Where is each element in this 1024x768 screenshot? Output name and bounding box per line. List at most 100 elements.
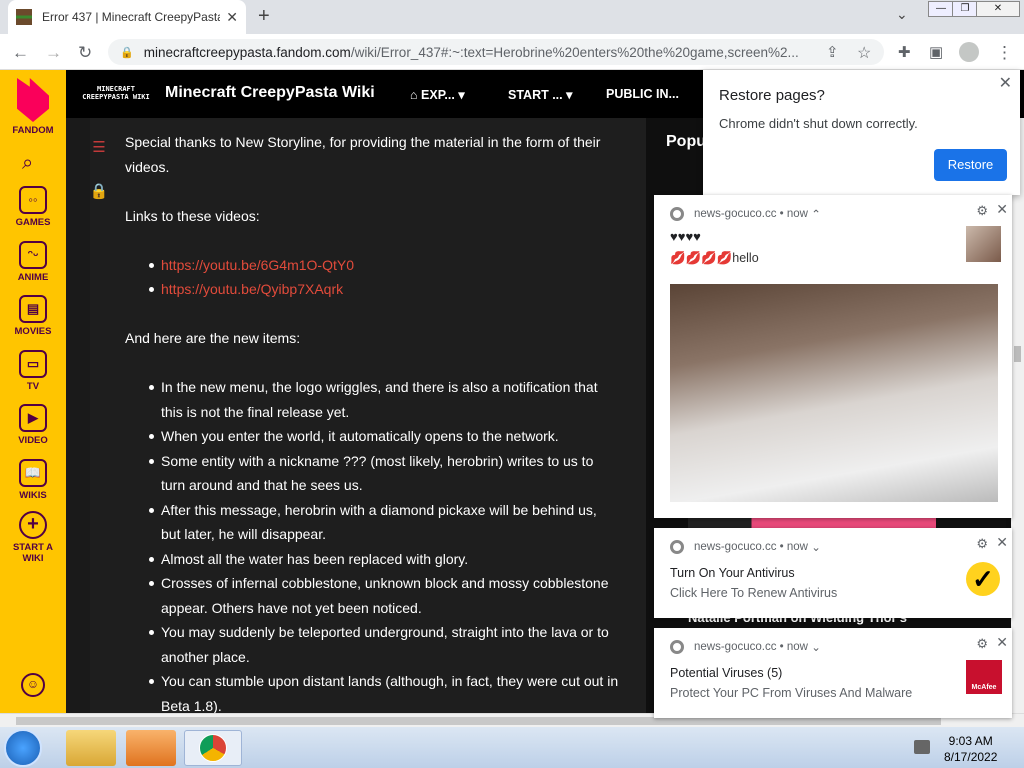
horizontal-scroll-thumb[interactable]	[16, 717, 941, 725]
close-icon[interactable]: ✕	[996, 634, 1008, 651]
tab-search-chevron-icon[interactable]: ⌄	[896, 6, 908, 23]
close-window-button[interactable]: ✕	[976, 1, 1020, 17]
notification-title: Potential Viruses (5)	[670, 666, 783, 680]
logo-line-1: MINECRAFT	[97, 85, 135, 93]
back-icon[interactable]: ←	[12, 43, 29, 63]
rail-item-anime[interactable]: ᵔᵕ ANIME	[0, 241, 66, 283]
fandom-logo[interactable]: FANDOM	[0, 78, 66, 136]
minimize-button[interactable]: —	[928, 1, 954, 17]
site-name[interactable]: Minecraft CreepyPasta Wiki	[165, 84, 375, 102]
list-item: When you enter the world, it automatical…	[125, 424, 620, 449]
extensions-icon[interactable]: ✚	[898, 43, 911, 61]
restore-pages-popup: Restore pages? Chrome didn't shut down c…	[703, 70, 1020, 195]
address-bar[interactable]: 🔒 minecraftcreepypasta.fandom.com/wiki/E…	[108, 39, 884, 65]
search-icon[interactable]: ⌕	[22, 152, 33, 175]
forward-icon[interactable]: →	[45, 43, 62, 63]
site-favicon	[16, 9, 32, 25]
nav-public[interactable]: PUBLIC IN...	[606, 87, 679, 101]
tab-active[interactable]: Error 437 | Minecraft CreepyPasta ✕	[8, 0, 246, 34]
tab-close-icon[interactable]: ✕	[226, 9, 238, 26]
notification-header: news-gocuco.cc • now ⌄	[670, 640, 821, 654]
logo-line-2: CREEPYPASTA WIKI	[82, 93, 150, 101]
chrome-icon	[670, 207, 684, 221]
list-item: Some entity with a nickname ??? (most li…	[125, 449, 620, 498]
close-icon[interactable]: ✕	[996, 534, 1008, 551]
mcafee-logo: McAfee	[966, 660, 1002, 694]
gear-icon[interactable]: ⚙	[976, 636, 988, 652]
chevron-down-icon: ▾	[562, 88, 573, 102]
file-explorer-icon[interactable]	[66, 730, 116, 766]
links-list: https://youtu.be/6G4m1O-QtY0 https://you…	[125, 253, 620, 302]
profile-avatar[interactable]	[959, 42, 979, 62]
media-player-icon[interactable]	[126, 730, 176, 766]
notification-header: news-gocuco.cc • now ⌄	[670, 540, 821, 554]
maximize-button[interactable]: ❐	[952, 1, 978, 17]
start-wiki-label-2: WIKI	[22, 553, 44, 564]
toc-list-icon[interactable]: ☰	[88, 138, 110, 160]
gamepad-icon: ◦◦	[19, 186, 47, 214]
notification-title: Turn On Your Antivirus	[670, 566, 795, 580]
clock-date: 8/17/2022	[944, 750, 998, 764]
nav-label: PUBLIC IN...	[606, 87, 679, 101]
menu-kebab-icon[interactable]: ⋮	[996, 43, 1013, 63]
nav-start[interactable]: START ... ▾	[508, 87, 572, 102]
notification-card[interactable]: news-gocuco.cc • now ⌄ ⚙ ✕ Potential Vir…	[654, 628, 1012, 718]
separator: •	[776, 641, 787, 653]
rail-item-games[interactable]: ◦◦ GAMES	[0, 186, 66, 228]
chrome-taskbar-button[interactable]	[184, 730, 242, 766]
nav-explore[interactable]: ⌂ EXP... ▾	[410, 87, 465, 102]
paragraph-links-intro: Links to these videos:	[125, 207, 260, 224]
tv-icon: ▭	[19, 350, 47, 378]
notification-time: now	[786, 641, 808, 653]
notification-card[interactable]: news-gocuco.cc • now ⌄ ⚙ ✕ Turn On Your …	[654, 528, 1012, 618]
restore-button[interactable]: Restore	[934, 149, 1007, 181]
chevron-down-icon[interactable]: ⌄	[808, 640, 821, 654]
gear-icon[interactable]: ⚙	[976, 536, 988, 552]
rail-item-wikis[interactable]: 📖 WIKIS	[0, 459, 66, 501]
separator: •	[776, 208, 787, 220]
list-item: https://youtu.be/6G4m1O-QtY0	[125, 253, 620, 278]
rail-item-tv[interactable]: ▭ TV	[0, 350, 66, 392]
notification-card[interactable]: news-gocuco.cc • now ⌃ ⚙ ✕ ♥♥♥♥ 💋💋💋💋hell…	[654, 195, 1012, 518]
wiki-logo[interactable]: MINECRAFT CREEPYPASTA WIKI	[80, 85, 152, 101]
notification-time: now	[786, 208, 808, 220]
video-link[interactable]: https://youtu.be/6G4m1O-QtY0	[161, 257, 354, 273]
bookmark-star-icon[interactable]: ☆	[857, 43, 871, 63]
rail-label: VIDEO	[18, 435, 48, 446]
play-icon: ▶	[19, 404, 47, 432]
notification-header: news-gocuco.cc • now ⌃	[670, 207, 821, 221]
close-icon[interactable]: ✕	[996, 201, 1008, 218]
vertical-scroll-thumb[interactable]	[1014, 346, 1021, 362]
rail-item-movies[interactable]: ▤ MOVIES	[0, 295, 66, 337]
rail-item-video[interactable]: ▶ VIDEO	[0, 404, 66, 446]
lock-icon[interactable]: 🔒	[88, 182, 110, 204]
book-icon: 📖	[19, 459, 47, 487]
user-icon: ☺	[21, 673, 45, 697]
restore-title: Restore pages?	[719, 87, 825, 104]
user-account-button[interactable]: ☺	[0, 673, 66, 697]
new-tab-icon[interactable]: +	[258, 5, 270, 28]
gear-icon[interactable]: ⚙	[976, 203, 988, 219]
close-icon[interactable]: ✕	[999, 73, 1012, 93]
notification-time: now	[786, 541, 808, 553]
notification-image	[670, 284, 998, 502]
notification-source: news-gocuco.cc	[694, 208, 777, 220]
network-icon[interactable]	[914, 740, 930, 754]
vertical-scrollbar[interactable]	[1011, 118, 1024, 713]
start-button[interactable]	[4, 729, 42, 767]
list-item: You may suddenly be teleported undergrou…	[125, 620, 620, 669]
share-icon[interactable]: ⇪	[826, 43, 839, 61]
article-body: Special thanks to New Storyline, for pro…	[125, 130, 620, 743]
chevron-up-icon[interactable]: ⌃	[808, 207, 821, 221]
video-link[interactable]: https://youtu.be/Qyibp7XAqrk	[161, 281, 343, 297]
lock-icon: 🔒	[120, 46, 134, 59]
list-item: In the new menu, the logo wriggles, and …	[125, 375, 620, 424]
system-clock[interactable]: 9:03 AM 8/17/2022	[944, 733, 997, 765]
side-panel-icon[interactable]: ▣	[929, 43, 943, 61]
list-item: You can stumble upon distant lands (alth…	[125, 669, 620, 718]
notification-body: 💋💋💋💋hello	[670, 251, 759, 265]
chevron-down-icon[interactable]: ⌄	[808, 540, 821, 554]
rail-item-start-wiki[interactable]: + START A WIKI	[0, 511, 66, 564]
anime-face-icon: ᵔᵕ	[19, 241, 47, 269]
reload-icon[interactable]: ↻	[78, 43, 92, 63]
